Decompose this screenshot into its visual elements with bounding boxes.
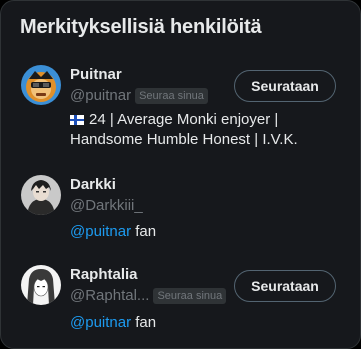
display-name[interactable]: Darkki bbox=[70, 176, 116, 193]
following-button[interactable]: Seurataan bbox=[234, 70, 336, 102]
display-name[interactable]: Puitnar bbox=[70, 66, 122, 83]
panel-title: Merkityksellisiä henkilöitä bbox=[20, 16, 262, 38]
bio: @puitnar fan bbox=[70, 222, 340, 242]
avatar[interactable] bbox=[21, 65, 61, 105]
handle-row: @Raphtal... Seuraa sinua bbox=[70, 287, 227, 304]
follows-you-badge: Seuraa sinua bbox=[153, 287, 227, 304]
username[interactable]: @Darkkiii_ bbox=[70, 197, 143, 214]
bio-text: fan bbox=[131, 314, 157, 331]
bio: 24 | Average Monki enjoyer | Handsome Hu… bbox=[70, 110, 340, 150]
mention-link[interactable]: @puitnar bbox=[70, 223, 131, 240]
bio-text: fan bbox=[131, 223, 157, 240]
mention-link[interactable]: @puitnar bbox=[70, 314, 131, 331]
follows-you-badge: Seuraa sinua bbox=[135, 87, 208, 104]
avatar[interactable] bbox=[21, 175, 61, 215]
bio: @puitnar fan bbox=[70, 313, 340, 333]
bio-line-2: Handsome Humble Honest | I.V.K. bbox=[70, 131, 298, 148]
username[interactable]: @puitnar bbox=[70, 87, 131, 104]
handle-row: @puitnar Seuraa sinua bbox=[70, 87, 208, 104]
username[interactable]: @Raphtal... bbox=[70, 287, 149, 304]
relevant-people-panel: Merkityksellisiä henkilöitä Puitnar @pui… bbox=[0, 0, 361, 349]
finland-flag-icon bbox=[70, 115, 84, 125]
avatar[interactable] bbox=[21, 265, 61, 305]
following-button[interactable]: Seurataan bbox=[234, 270, 336, 302]
display-name[interactable]: Raphtalia bbox=[70, 266, 138, 283]
bio-line-1: 24 | Average Monki enjoyer | bbox=[89, 111, 279, 128]
handle-row: @Darkkiii_ bbox=[70, 197, 143, 214]
